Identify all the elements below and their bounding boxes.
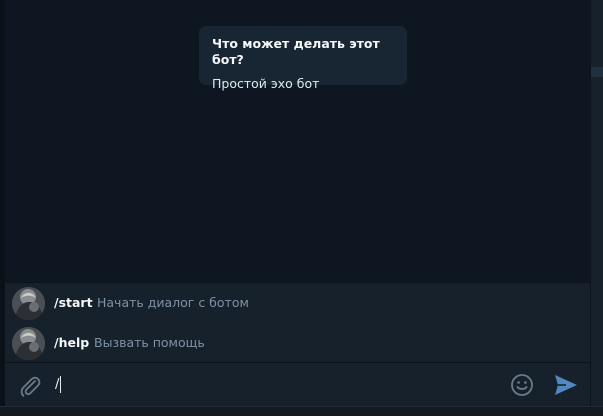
bot-info-title: Что может делать этот бот? xyxy=(212,36,380,67)
command-name: /start xyxy=(54,295,93,310)
emoji-icon[interactable] xyxy=(510,373,534,397)
message-composer: / xyxy=(5,362,590,406)
chat-area: Что может делать этот бот? Простой эхо б… xyxy=(5,0,590,282)
bottom-edge xyxy=(0,406,603,416)
command-description: Вызвать помощь xyxy=(94,335,205,350)
paperclip-icon[interactable] xyxy=(17,373,43,399)
send-icon[interactable] xyxy=(553,373,579,397)
bot-avatar xyxy=(12,327,45,360)
command-suggestion-start[interactable]: /start Начать диалог с ботом xyxy=(5,283,590,323)
message-input-value: / xyxy=(55,377,60,392)
command-suggestion-help[interactable]: /help Вызвать помощь xyxy=(5,323,590,363)
bot-info-card: Что может делать этот бот? Простой эхо б… xyxy=(199,26,407,91)
command-suggestions: /start Начать диалог с ботом /help Вызва… xyxy=(5,282,590,362)
command-description: Начать диалог с ботом xyxy=(97,295,249,310)
right-panel-edge xyxy=(590,0,603,416)
bot-info-description: Простой эхо бот xyxy=(212,76,320,91)
command-name: /help xyxy=(54,335,90,350)
message-input[interactable]: / xyxy=(55,373,495,397)
text-caret xyxy=(60,376,62,393)
bot-avatar xyxy=(12,287,45,320)
